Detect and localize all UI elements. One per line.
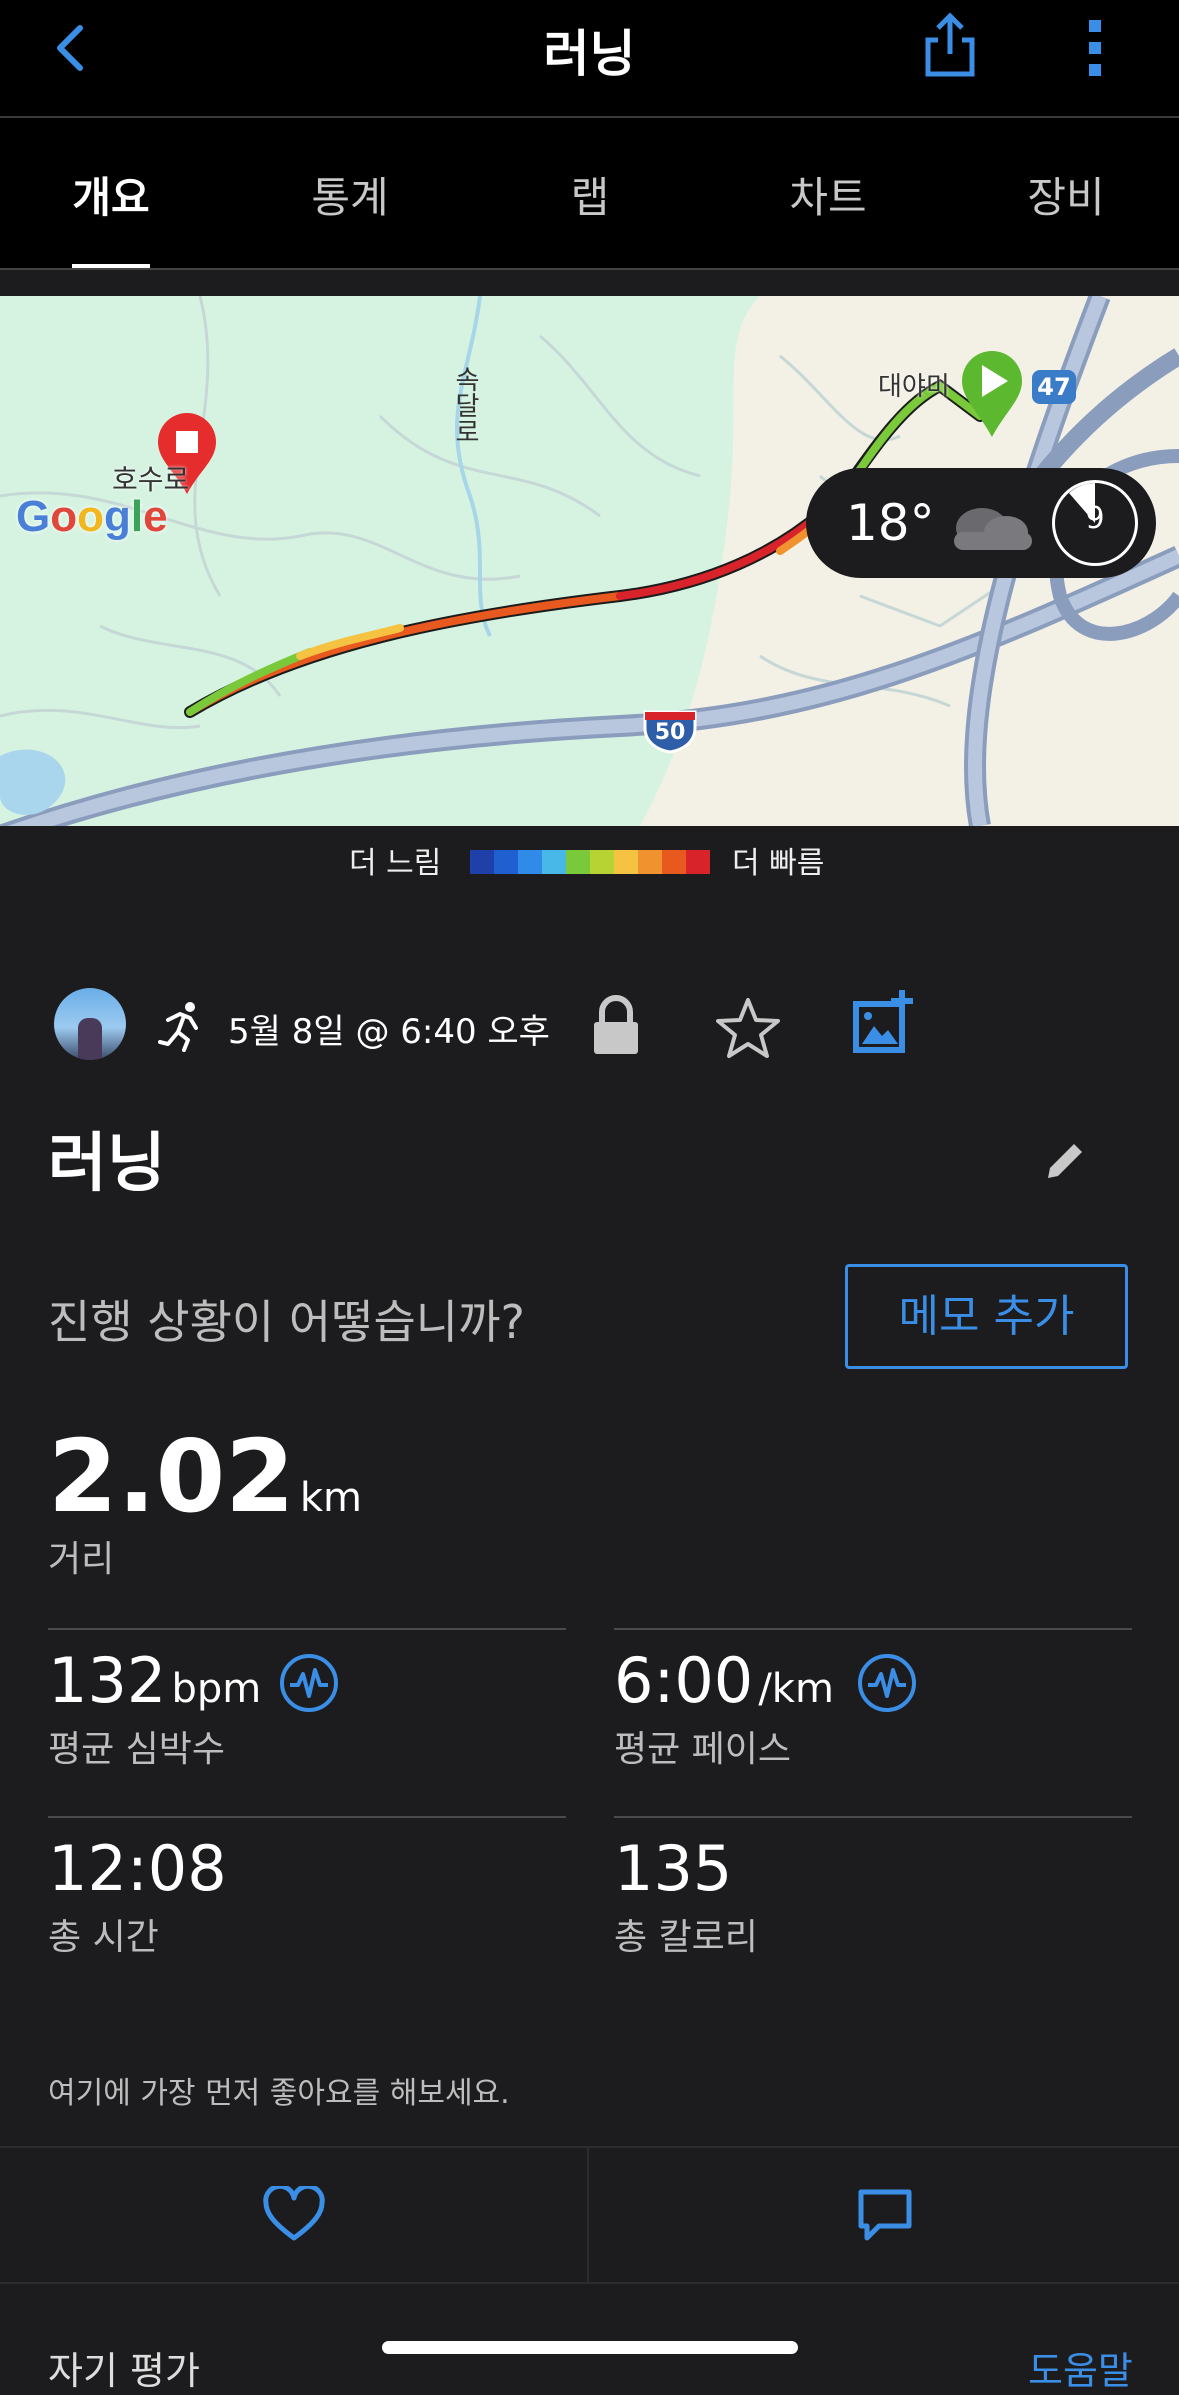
pace-color-swatch — [542, 850, 566, 874]
stat-divider — [614, 1628, 1132, 1630]
pace-color-swatch — [590, 850, 614, 874]
avatar-figure — [78, 1018, 102, 1060]
tab-laps[interactable]: 랩 — [490, 164, 690, 225]
heart-rate-stat: 132 bpm — [48, 1644, 261, 1717]
start-marker-icon — [962, 351, 1022, 437]
activity-date: 5월 8일 @ 6:40 오후 — [228, 1012, 550, 1052]
cloud-icon — [954, 508, 1032, 550]
pace-color-swatch — [662, 850, 686, 874]
distance-unit: km — [299, 1475, 362, 1521]
comment-icon — [858, 2189, 912, 2241]
avatar[interactable] — [54, 988, 126, 1060]
place-label-daeyami: 대야미 — [878, 372, 950, 402]
progress-prompt: 진행 상황이 어떻습니까? — [48, 1295, 525, 1349]
like-button[interactable] — [0, 2148, 587, 2282]
legend-slow-label: 더 느림 — [349, 846, 442, 881]
tab-overview[interactable]: 개요 — [11, 164, 211, 225]
pace-color-swatch — [686, 850, 710, 874]
heart-rate-label: 평균 심박수 — [48, 1729, 226, 1770]
route-47-label: 47 — [1037, 373, 1071, 401]
pace-color-swatch — [470, 850, 494, 874]
home-indicator — [382, 2341, 798, 2354]
help-link[interactable]: 도움말 — [1028, 2340, 1133, 2395]
route-50-label: 50 — [654, 720, 686, 745]
wind-indicator: 9 — [1052, 480, 1138, 566]
wind-speed: 9 — [1085, 501, 1105, 536]
calories-label: 총 칼로리 — [614, 1917, 758, 1958]
pace-color-scale — [470, 850, 710, 874]
edit-icon[interactable] — [1044, 1136, 1088, 1180]
stat-divider — [48, 1816, 566, 1818]
pace-unit: /km — [758, 1666, 834, 1712]
route-50-shield: 50 — [641, 706, 699, 754]
tab-bar: 개요 통계 랩 차트 장비 — [0, 118, 1179, 270]
add-memo-button[interactable]: 메모 추가 — [845, 1264, 1128, 1369]
star-icon[interactable] — [716, 996, 780, 1060]
pace-stat: 6:00 /km — [614, 1644, 834, 1717]
add-photo-icon[interactable] — [852, 990, 916, 1054]
pace-value: 6:00 — [614, 1644, 754, 1717]
tab-gear[interactable]: 장비 — [966, 164, 1166, 225]
stat-divider — [48, 1628, 566, 1630]
running-icon — [158, 1002, 198, 1052]
like-prompt: 여기에 가장 먼저 좋아요를 해보세요. — [48, 2076, 510, 2111]
google-logo: Google — [16, 492, 168, 542]
pace-color-swatch — [638, 850, 662, 874]
route-map[interactable]: M 47 50 속달로 대야미 호수로 Google 18° 9 — [0, 296, 1179, 826]
social-action-bar — [0, 2146, 1179, 2284]
heart-rate-unit: bpm — [171, 1666, 262, 1712]
road-label-sokdal: 속달로 — [450, 366, 480, 444]
lock-icon[interactable] — [590, 994, 642, 1056]
pace-color-swatch — [566, 850, 590, 874]
share-icon — [925, 12, 975, 77]
more-menu-button[interactable] — [1080, 16, 1110, 80]
comment-button[interactable] — [589, 2148, 1179, 2282]
weather-widget[interactable]: 18° 9 — [806, 468, 1156, 578]
calories-value: 135 — [614, 1832, 733, 1905]
legend-fast-label: 더 빠름 — [732, 846, 825, 881]
app-header: 러닝 — [0, 0, 1179, 116]
tabs-divider — [0, 268, 1179, 270]
self-evaluation-heading: 자기 평가 — [48, 2349, 200, 2393]
total-time-label: 총 시간 — [48, 1917, 159, 1958]
pace-label: 평균 페이스 — [614, 1729, 792, 1770]
pace-color-swatch — [614, 850, 638, 874]
heart-rate-chart-icon[interactable] — [278, 1652, 340, 1714]
pace-color-swatch — [494, 850, 518, 874]
distance-value: 2.02 — [48, 1418, 295, 1535]
stat-divider — [614, 1816, 1132, 1818]
heart-rate-value: 132 — [48, 1644, 167, 1717]
route-47-shield: 47 — [1032, 370, 1076, 404]
tab-charts[interactable]: 차트 — [728, 164, 928, 225]
share-button[interactable] — [920, 10, 980, 80]
weather-temp: 18° — [846, 494, 935, 552]
heart-icon — [263, 2186, 325, 2241]
distance-stat: 2.02 km — [48, 1418, 362, 1535]
google-logo-text: Google — [16, 492, 168, 541]
pace-chart-icon[interactable] — [856, 1652, 918, 1714]
pace-color-swatch — [518, 850, 542, 874]
total-time-value: 12:08 — [48, 1832, 227, 1905]
page-title: 러닝 — [543, 25, 636, 83]
distance-label: 거리 — [48, 1539, 115, 1580]
more-vertical-icon — [1089, 20, 1101, 76]
pace-legend: 더 느림 더 빠름 — [0, 826, 1179, 896]
tab-stats[interactable]: 통계 — [250, 164, 450, 225]
activity-title: 러닝 — [48, 1127, 166, 1201]
